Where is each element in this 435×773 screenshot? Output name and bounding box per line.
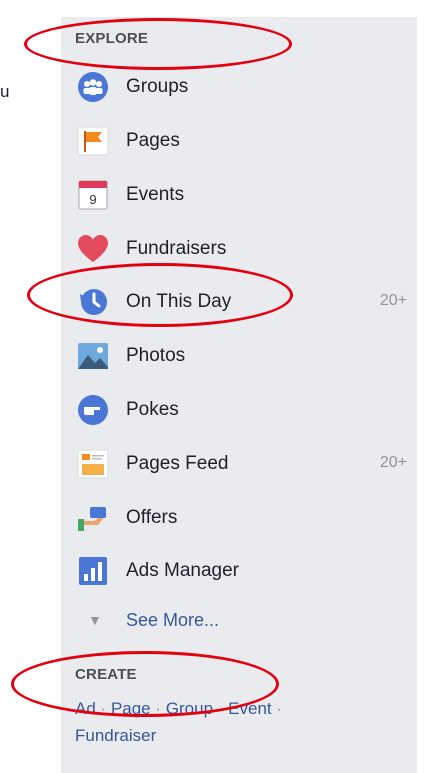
create-heading: CREATE xyxy=(75,666,137,683)
heart-icon xyxy=(78,235,108,262)
sidebar-item-label: Ads Manager xyxy=(126,560,240,581)
sidebar-item-label: On This Day xyxy=(126,291,232,312)
sidebar-item-photos[interactable]: Photos xyxy=(76,335,411,379)
groups-icon xyxy=(78,72,108,102)
explore-heading: EXPLORE xyxy=(75,30,149,47)
sidebar-item-pages[interactable]: Pages xyxy=(76,120,411,164)
create-page-link[interactable]: Page xyxy=(111,699,151,718)
create-links: Ad · Page · Group · Event · Fundraiser xyxy=(75,695,375,749)
pages-feed-icon xyxy=(77,449,109,479)
notification-count: 20+ xyxy=(379,292,407,309)
pages-flag-icon xyxy=(77,126,109,156)
sidebar-item-groups[interactable]: Groups xyxy=(76,66,411,110)
offers-icon xyxy=(78,507,106,531)
separator-dot: · xyxy=(276,699,283,718)
sidebar-item-label: Pokes xyxy=(126,399,179,420)
pokes-icon xyxy=(78,395,108,425)
create-ad-link[interactable]: Ad xyxy=(75,699,96,718)
sidebar-item-label: Events xyxy=(126,184,185,205)
sidebar-item-offers[interactable]: Offers xyxy=(76,497,411,541)
sidebar-item-pages-feed[interactable]: Pages Feed 20+ xyxy=(76,443,411,487)
create-group-link[interactable]: Group xyxy=(166,699,213,718)
sidebar-item-label: Fundraisers xyxy=(126,238,227,259)
sidebar-item-on-this-day[interactable]: On This Day 20+ xyxy=(76,281,411,325)
sidebar-item-label: Pages Feed xyxy=(126,453,229,474)
sidebar-item-ads-manager[interactable]: Ads Manager xyxy=(76,550,411,594)
see-more-link[interactable]: ▼ See More... xyxy=(76,604,276,638)
photos-icon xyxy=(78,343,108,369)
sidebar-item-pokes[interactable]: Pokes xyxy=(76,389,411,433)
sidebar-item-fundraisers[interactable]: Fundraisers xyxy=(76,228,411,272)
see-more-label: See More... xyxy=(126,610,220,630)
sidebar-item-label: Pages xyxy=(126,130,180,151)
history-clock-icon xyxy=(80,289,107,315)
create-fundraiser-link[interactable]: Fundraiser xyxy=(75,726,156,745)
ads-manager-icon xyxy=(79,557,107,585)
sidebar-item-label: Groups xyxy=(126,76,189,97)
calendar-day-number: 9 xyxy=(89,192,96,207)
cut-off-text: u xyxy=(0,82,10,101)
notification-count: 20+ xyxy=(379,454,407,471)
separator-dot: · xyxy=(217,699,224,718)
sidebar-item-label: Photos xyxy=(126,345,186,366)
calendar-icon: 9 xyxy=(78,180,108,210)
create-event-link[interactable]: Event xyxy=(228,699,271,718)
separator-dot: · xyxy=(100,699,107,718)
chevron-down-icon: ▼ xyxy=(88,612,102,628)
sidebar-item-label: Offers xyxy=(126,507,178,528)
sidebar-item-events[interactable]: 9 Events xyxy=(76,174,411,218)
separator-dot: · xyxy=(155,699,162,718)
